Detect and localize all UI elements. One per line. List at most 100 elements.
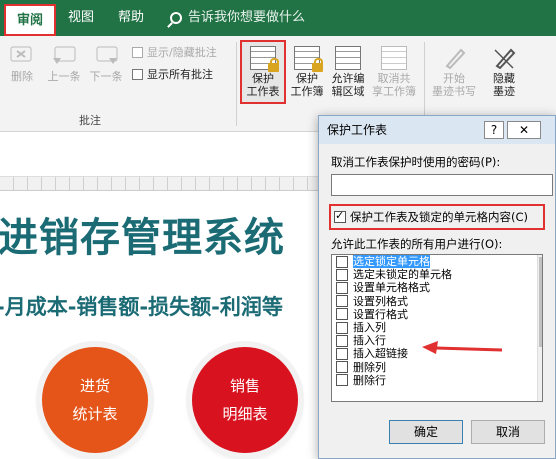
formula-area: [0, 133, 320, 177]
prev-comment-button[interactable]: 上一条: [44, 44, 84, 83]
permission-label: 设置行格式: [353, 307, 408, 321]
show-hide-comment-label: 显示/隐藏批注: [147, 46, 217, 59]
delete-label: 删除: [11, 70, 33, 83]
permission-checkbox[interactable]: [336, 268, 348, 281]
purchase-label-1: 进货: [79, 377, 110, 395]
ribbon-tab-bar: 审阅 视图 帮助 告诉我你想要做什么: [0, 0, 556, 36]
permission-item[interactable]: 删除列: [332, 361, 542, 374]
protect-sheet-dialog: 保护工作表 ? ✕ 取消工作表保护时使用的密码(P): 保护工作表及锁定的单元格…: [318, 115, 556, 459]
password-label: 取消工作表保护时使用的密码(P):: [331, 155, 501, 169]
permission-label: 插入行: [353, 334, 386, 348]
unshare-label-2: 享工作簿: [372, 85, 416, 98]
tab-help[interactable]: 帮助: [118, 0, 144, 36]
tab-view[interactable]: 视图: [68, 0, 94, 36]
start-ink-label-1: 开始: [443, 72, 465, 85]
unshare-icon: [381, 46, 407, 70]
cancel-button[interactable]: 取消: [471, 420, 545, 444]
sheet-subtitle: -月成本-销售额-损失额-利润等: [0, 295, 283, 319]
delete-comment-icon: [9, 44, 35, 68]
help-button[interactable]: ?: [484, 121, 504, 139]
allow-edit-label-2: 辑区域: [331, 85, 365, 98]
protect-sheet-checkbox-label: 保护工作表及锁定的单元格内容(C): [350, 210, 529, 224]
permission-label: 插入列: [353, 321, 386, 335]
list-scrollbar[interactable]: [537, 255, 542, 401]
permission-item[interactable]: 设置列格式: [332, 295, 542, 308]
tell-me-text: 告诉我你想要做什么: [188, 10, 306, 25]
permission-label: 选定锁定单元格: [353, 255, 430, 269]
next-label: 下一条: [89, 70, 123, 83]
permission-label: 设置单元格格式: [353, 281, 430, 295]
column-header-strip: [0, 177, 320, 191]
lock-icon: [312, 58, 323, 72]
unshare-workbook-button[interactable]: 取消共 享工作簿: [370, 46, 418, 98]
permission-checkbox[interactable]: [336, 255, 348, 268]
hide-ink-label-1: 隐藏: [493, 72, 515, 85]
start-ink-label-2: 墨迹书写: [432, 85, 476, 98]
scroll-thumb[interactable]: [539, 257, 542, 347]
unshare-label-1: 取消共: [377, 72, 411, 85]
protect-workbook-button[interactable]: 保护 工作簿: [288, 46, 326, 98]
red-arrow-annotation: [422, 341, 502, 354]
protect-sheet-button[interactable]: 保护 工作表: [240, 40, 286, 104]
allow-users-label: 允许此工作表的所有用户进行(O):: [331, 237, 503, 251]
hide-ink-button[interactable]: 隐藏 墨迹: [484, 46, 524, 98]
worksheet-area[interactable]: 进销存管理系统 -月成本-销售额-损失额-利润等 进货 统计表 销售 明细表: [0, 191, 330, 459]
allow-edit-label-1: 允许编: [331, 72, 365, 85]
tab-review[interactable]: 审阅: [4, 4, 56, 36]
permission-checkbox[interactable]: [336, 374, 348, 387]
close-button[interactable]: ✕: [507, 121, 541, 139]
next-comment-button[interactable]: 下一条: [86, 44, 126, 83]
allow-edit-icon: [335, 46, 361, 70]
permission-label: 插入超链接: [353, 347, 408, 361]
show-hide-comment-button[interactable]: 显示/隐藏批注: [132, 44, 217, 60]
search-icon: [170, 12, 182, 24]
show-all-comments-label: 显示所有批注: [147, 68, 213, 81]
password-input[interactable]: [331, 174, 553, 196]
show-all-comments-button[interactable]: 显示所有批注: [132, 66, 213, 82]
sales-label-1: 销售: [229, 377, 260, 395]
permission-checkbox[interactable]: [336, 321, 348, 334]
prev-comment-icon: [51, 44, 77, 68]
protect-sheet-icon: [250, 46, 279, 72]
permission-checkbox[interactable]: [336, 334, 348, 347]
tell-me-search[interactable]: 告诉我你想要做什么: [170, 0, 305, 36]
protect-workbook-label-2: 工作簿: [290, 85, 324, 98]
permission-item[interactable]: 删除行: [332, 374, 542, 387]
permission-item[interactable]: 插入列: [332, 321, 542, 334]
sheet-title: 进销存管理系统: [0, 215, 285, 261]
next-comment-icon: [93, 44, 119, 68]
protect-sheet-checkbox[interactable]: [334, 209, 346, 223]
permission-item[interactable]: 选定未锁定的单元格: [332, 268, 542, 281]
hide-ink-icon: [491, 46, 517, 70]
comments-icon: [132, 68, 143, 80]
protect-workbook-icon: [294, 46, 323, 72]
hide-ink-label-2: 墨迹: [493, 85, 515, 98]
ok-button[interactable]: 确定: [389, 420, 463, 444]
purchase-stats-button[interactable]: 进货 统计表: [42, 347, 148, 453]
protect-sheet-checkbox-row[interactable]: 保护工作表及锁定的单元格内容(C): [329, 204, 545, 230]
permission-checkbox[interactable]: [336, 308, 348, 321]
group-separator: [424, 42, 425, 126]
group-separator: [236, 42, 237, 126]
permission-item[interactable]: 设置单元格格式: [332, 281, 542, 294]
allow-edit-ranges-button[interactable]: 允许编 辑区域: [328, 46, 368, 98]
permission-checkbox[interactable]: [336, 295, 348, 308]
protect-sheet-label-2: 工作表: [246, 85, 280, 98]
sales-detail-button[interactable]: 销售 明细表: [192, 347, 298, 453]
permission-label: 选定未锁定的单元格: [353, 268, 452, 282]
sales-label-2: 明细表: [222, 405, 268, 423]
permissions-list[interactable]: 选定锁定单元格 选定未锁定的单元格 设置单元格格式 设置列格式 设置行格式 插入…: [331, 254, 543, 402]
delete-comment-button[interactable]: 删除: [4, 44, 40, 83]
prev-label: 上一条: [47, 70, 81, 83]
permission-checkbox[interactable]: [336, 281, 348, 294]
purchase-label-2: 统计表: [72, 405, 118, 423]
pen-icon: [441, 46, 467, 70]
permission-label: 删除行: [353, 373, 386, 387]
permission-label: 删除列: [353, 360, 386, 374]
permission-item[interactable]: 选定锁定单元格: [332, 255, 542, 269]
permission-label: 设置列格式: [353, 294, 408, 308]
permission-checkbox[interactable]: [336, 361, 348, 374]
permission-item[interactable]: 设置行格式: [332, 308, 542, 321]
permission-checkbox[interactable]: [336, 347, 348, 360]
start-inking-button[interactable]: 开始 墨迹书写: [428, 46, 480, 98]
